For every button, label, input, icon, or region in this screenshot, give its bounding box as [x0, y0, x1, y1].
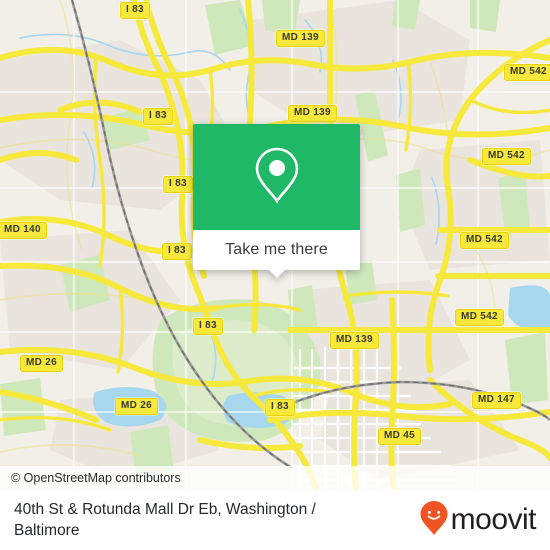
road-shield: MD 542	[455, 309, 504, 326]
road-shield: I 83	[193, 318, 223, 335]
road-shield: MD 542	[482, 148, 531, 165]
moovit-smile-pin-icon	[419, 500, 449, 541]
road-shield: MD 147	[472, 392, 521, 409]
attribution-text: © OpenStreetMap contributors	[11, 471, 181, 485]
station-title: 40th St & Rotunda Mall Dr Eb, Washington…	[14, 501, 316, 539]
road-shield: I 83	[143, 108, 173, 125]
road-shield: MD 26	[20, 355, 63, 372]
map-attribution[interactable]: © OpenStreetMap contributors	[0, 466, 550, 490]
moovit-wordmark: moovit	[450, 503, 537, 536]
take-me-there-label: Take me there	[225, 241, 328, 258]
moovit-station-card: .rd { fill:none; stroke:#f7e93b; stroke-…	[0, 0, 550, 550]
moovit-logo[interactable]: moovit	[419, 500, 537, 541]
road-shield: MD 139	[330, 332, 379, 349]
road-shield: MD 139	[276, 30, 325, 47]
road-shield: I 83	[120, 2, 150, 19]
road-shield: MD 140	[0, 222, 47, 239]
footer-bar: 40th St & Rotunda Mall Dr Eb, Washington…	[0, 490, 550, 550]
road-shield: MD 45	[378, 428, 421, 445]
road-shield: MD 139	[288, 105, 337, 122]
road-shield: I 83	[162, 243, 192, 260]
road-shield: MD 26	[115, 398, 158, 415]
take-me-there-callout[interactable]: Take me there	[193, 124, 360, 278]
road-shield: I 83	[163, 176, 193, 193]
road-shield: I 83	[265, 399, 295, 416]
location-pin-icon	[253, 146, 301, 209]
road-shield: MD 542	[504, 64, 550, 81]
callout-action-area[interactable]: Take me there	[193, 230, 360, 278]
road-shield: MD 542	[460, 232, 509, 249]
callout-icon-area	[193, 124, 360, 230]
callout-pointer-icon	[267, 269, 286, 278]
